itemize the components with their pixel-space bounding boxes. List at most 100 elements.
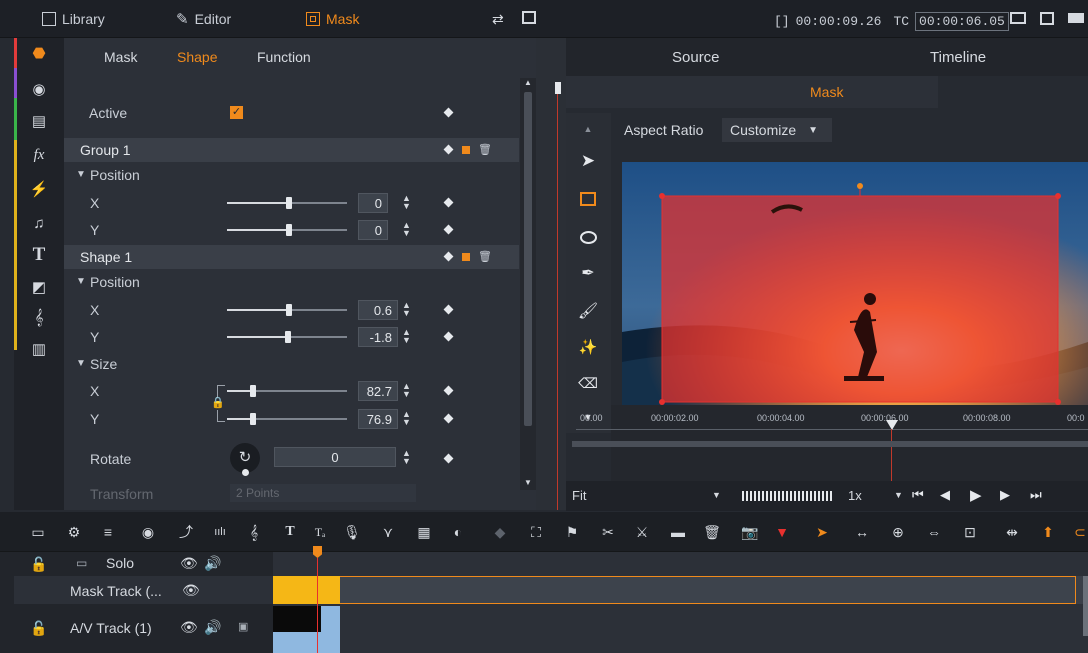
spinner-icon[interactable]: ▲ ▼ [402,449,412,467]
tab-timeline[interactable]: Timeline [930,49,986,66]
keyframe-diamond[interactable] [443,224,454,235]
speaker-icon[interactable]: 🔊 [204,555,221,572]
color-square[interactable] [462,253,470,261]
crop-icon[interactable]: ⛶ [526,522,546,542]
tab-mask-preview[interactable]: Mask [810,84,843,100]
shape-pos-x-field[interactable]: 0.6 [358,300,398,320]
rectangle-tool-icon[interactable] [576,187,600,211]
spinner-icon[interactable]: ▲ ▼ [402,221,412,239]
snapshot-icon[interactable]: 📷 [740,522,760,542]
ripple-icon[interactable]: ▬ [668,522,688,542]
fx-icon[interactable]: fx [14,144,64,166]
swap-icon[interactable]: ⇄ [492,11,504,28]
shuttle-icon[interactable] [742,491,832,501]
pen-tool-icon[interactable]: ✒ [576,261,600,285]
scroll-down-icon[interactable]: ▼ [524,478,532,487]
spinner-icon[interactable]: ▲ ▼ [402,328,412,346]
color-icon[interactable]: ◉ [14,78,64,100]
keyframe-diamond[interactable] [443,144,454,155]
magic-wand-icon[interactable]: ✨ [576,335,600,359]
keyframe-diamond[interactable] [443,413,454,424]
multicam-icon[interactable]: ▦ [414,522,434,542]
slip-icon[interactable]: ⊕ [888,522,908,542]
dial-handle[interactable] [242,469,249,476]
unlock-icon[interactable]: 🔓 [30,620,47,637]
aspect-ratio-dropdown[interactable]: Customize ▼ [722,118,832,142]
step-forward-icon[interactable]: ▶ [1000,487,1010,503]
marker-icon[interactable]: ⚑ [562,522,582,542]
tab-editor[interactable]: ✎ Editor [176,9,231,29]
track-icon[interactable]: ▣ [238,620,248,633]
group-1-header[interactable]: Group 1 🗑 [64,138,519,162]
speaker-icon[interactable]: 🔊 [204,619,221,636]
spinner-icon[interactable]: ▲ ▼ [402,410,412,428]
current-timecode[interactable]: 00:00:06.05 [915,12,1009,31]
delete-icon[interactable]: 🗑 [702,522,722,542]
transition-icon[interactable]: ⚡ [14,178,64,200]
voiceover-icon[interactable]: 🎙 [342,522,362,542]
mask-tool-icon[interactable]: ⬣ [14,42,64,64]
record-icon[interactable]: ◉ [138,522,158,542]
detach-preview-icon[interactable] [1040,12,1054,25]
layout-icon[interactable] [1068,13,1084,23]
slider-thumb[interactable] [250,413,256,425]
scorefitter-icon[interactable]: 𝄞 [244,522,264,542]
subtab-function[interactable]: Function [257,49,311,65]
slider-thumb[interactable] [286,304,292,316]
timeline-scrollbar[interactable] [1083,576,1088,636]
marker-red-icon[interactable]: ▼ [772,522,792,542]
track-options-icon[interactable]: ≡ [98,522,118,542]
trim-icon[interactable]: ↔ [852,522,872,542]
audio-mixer-icon[interactable]: ıılı [210,522,230,542]
shape-pos-y-field[interactable]: -1.8 [358,327,398,347]
shape-1-header[interactable]: Shape 1 🗑 [64,245,519,269]
audio-fx-icon[interactable]: 𝄞 [14,306,64,328]
color-square[interactable] [462,146,470,154]
split-icon[interactable]: ✂ [598,522,618,542]
tab-library[interactable]: Library [42,9,105,29]
keyframe-diamond[interactable] [443,385,454,396]
keyframe-diamond[interactable] [443,197,454,208]
size-x-field[interactable]: 82.7 [358,381,398,401]
transform-dropdown[interactable]: 2 Points [230,484,416,502]
unlock-icon[interactable]: 🔓 [30,556,47,573]
graphics-icon[interactable]: ◩ [14,276,64,298]
mask-clip[interactable] [273,576,340,604]
pointer-mode-icon[interactable]: ➤ [812,522,832,542]
eye-icon[interactable]: 👁 [180,619,198,636]
title-icon[interactable]: T [280,522,300,542]
slider-thumb[interactable] [286,197,292,209]
chevron-down-icon[interactable]: ▼ [894,490,903,500]
size-header[interactable]: ▼ Size [64,352,519,376]
detach-icon[interactable] [522,11,536,24]
trash-icon[interactable]: 🗑 [478,250,492,263]
subtitle-icon[interactable]: Tₐ [310,522,330,542]
size-y-field[interactable]: 76.9 [358,409,398,429]
subtab-shape[interactable]: Shape [177,49,217,65]
brush-tool-icon[interactable]: 🖌 [576,299,600,323]
pointer-tool-icon[interactable]: ➤ [576,149,600,173]
eye-icon[interactable]: 👁 [182,582,200,599]
chevron-down-icon[interactable]: ▼ [712,490,721,500]
subtab-mask[interactable]: Mask [104,49,137,65]
spinner-icon[interactable]: ▲ ▼ [402,194,412,212]
smart-icon[interactable]: ⊂ [1070,522,1088,542]
play-icon[interactable]: ▶ [970,486,982,504]
active-checkbox[interactable]: ✓ [230,106,243,119]
track-area[interactable] [273,546,1088,653]
scroll-thumb[interactable] [524,92,532,426]
slide-icon[interactable]: ⇔ [924,522,944,542]
trash-icon[interactable]: 🗑 [478,143,492,156]
tools-icon[interactable]: ⚙ [64,522,84,542]
keyframe-diamond[interactable] [443,304,454,315]
group-pos-x-field[interactable]: 0 [358,193,388,213]
scroll-up-icon[interactable]: ▲ [576,117,600,141]
title-icon[interactable]: T [14,244,64,266]
spinner-icon[interactable]: ▲ ▼ [402,382,412,400]
color-grade-icon[interactable]: ◐ [448,522,468,542]
group-position-header[interactable]: ▼ Position [64,163,519,187]
clips-icon[interactable]: ▤ [14,110,64,132]
shape-position-header[interactable]: ▼ Position [64,270,519,294]
go-to-end-icon[interactable]: ⏭ [1030,487,1042,503]
magnet-icon[interactable]: ⇹ [1002,522,1022,542]
